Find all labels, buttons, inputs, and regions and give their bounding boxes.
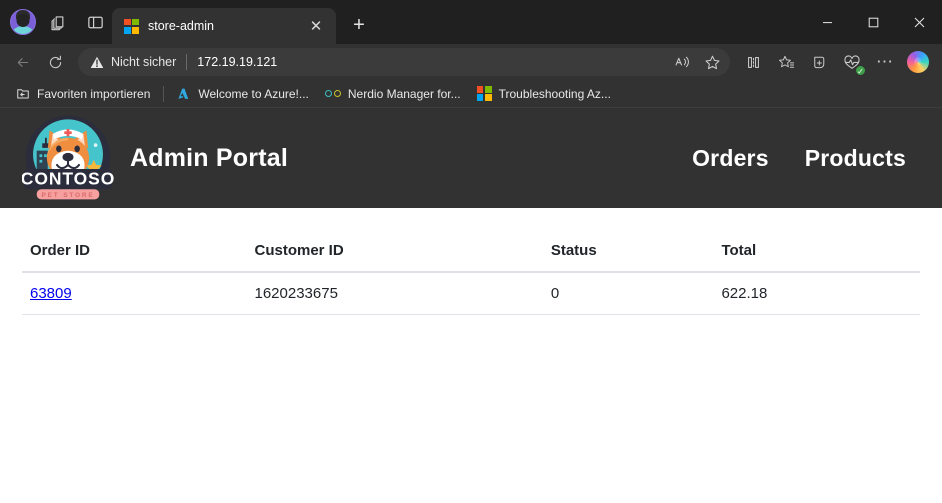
refresh-button[interactable] [39, 47, 71, 77]
title-bar: store-admin ✕ + [0, 0, 942, 44]
browser-essentials-button[interactable]: ✓ [836, 47, 868, 77]
orders-table: Order ID Customer ID Status Total 63809 … [22, 236, 920, 315]
collections-add-icon [813, 56, 824, 68]
contoso-logo-icon: CONTOSO PET STORE [21, 115, 114, 201]
column-header-customer-id: Customer ID [246, 236, 543, 273]
close-icon[interactable]: ✕ [304, 14, 328, 38]
microsoft-logo-icon [476, 86, 492, 101]
favorites-button[interactable] [770, 47, 802, 77]
bookmark-item-nerdio[interactable]: Nerdio Manager for... [317, 83, 469, 105]
maximize-icon [868, 17, 878, 27]
cell-customer-id: 1620233675 [246, 272, 543, 315]
page-viewport: CONTOSO PET STORE Admin Portal Orders Pr… [0, 108, 942, 503]
window-controls [804, 0, 942, 44]
bookmark-item-troubleshooting[interactable]: Troubleshooting Az... [469, 83, 619, 105]
split-screen-button[interactable] [737, 47, 769, 77]
maximize-button[interactable] [850, 0, 896, 44]
column-header-status: Status [542, 236, 714, 273]
microsoft-logo-icon [124, 18, 139, 34]
site-nav: Orders Products [692, 145, 920, 172]
browser-toolbar: Nicht sicher 172.19.19.121 ✓ ⋯ [0, 44, 942, 80]
bookmark-import-label: Favoriten importieren [37, 86, 151, 101]
tab-actions-button[interactable] [42, 5, 76, 39]
star-icon [705, 55, 719, 69]
tab-pane-toggle-button[interactable] [78, 5, 112, 39]
url-text: 172.19.19.121 [197, 55, 277, 69]
copilot-button[interactable] [902, 47, 934, 77]
favorites-star-list-icon [778, 55, 794, 68]
bookmarks-bar: Favoriten importieren Welcome to Azure!.… [0, 80, 942, 108]
bookmark-label: Troubleshooting Az... [498, 86, 611, 101]
orders-table-head: Order ID Customer ID Status Total [22, 236, 920, 273]
site-header: CONTOSO PET STORE Admin Portal Orders Pr… [0, 108, 942, 208]
profile-button[interactable] [6, 5, 40, 39]
bookmark-label: Welcome to Azure!... [198, 86, 309, 101]
bookmark-import-favorites[interactable]: Favoriten importieren [8, 83, 158, 105]
orders-table-body: 63809 1620233675 0 622.18 [22, 272, 920, 315]
warning-triangle-icon [90, 56, 104, 69]
tab-title: store-admin [148, 19, 214, 33]
tab-strip: store-admin ✕ + [112, 0, 376, 44]
import-favorites-icon [16, 87, 30, 101]
nerdio-icon [324, 89, 341, 98]
new-tab-button[interactable]: + [342, 8, 376, 42]
bookmark-label: Nerdio Manager for... [347, 86, 461, 101]
security-indicator[interactable]: Nicht sicher [90, 55, 176, 69]
settings-and-more-button[interactable]: ⋯ [869, 47, 901, 77]
sidebar-panel-icon [87, 16, 103, 28]
avatar [10, 9, 36, 35]
tabstrip-left-controls [0, 0, 112, 44]
arrow-left-icon [17, 57, 28, 67]
bookmarks-divider [163, 85, 165, 102]
page-title: Admin Portal [130, 143, 288, 172]
browser-tab[interactable]: store-admin ✕ [112, 8, 336, 44]
close-window-button[interactable] [896, 0, 942, 44]
security-text: Nicht sicher [111, 55, 177, 69]
address-bar[interactable]: Nicht sicher 172.19.19.121 [78, 48, 730, 76]
read-aloud-button[interactable] [668, 50, 696, 74]
copy-stack-icon [51, 15, 63, 30]
status-badge: ✓ [855, 65, 866, 76]
read-aloud-icon [675, 56, 689, 68]
copilot-icon [907, 51, 929, 73]
order-id-link[interactable]: 63809 [30, 285, 72, 302]
omnibox-actions [668, 50, 726, 74]
page-content: Order ID Customer ID Status Total 63809 … [0, 208, 942, 315]
table-header-row: Order ID Customer ID Status Total [22, 236, 920, 273]
minimize-icon [822, 21, 832, 23]
cell-total: 622.18 [713, 272, 920, 315]
refresh-icon [49, 55, 61, 68]
toolbar-right-actions: ✓ ⋯ [737, 47, 936, 77]
svg-text:CONTOSO: CONTOSO [22, 169, 114, 189]
collections-button[interactable] [803, 47, 835, 77]
nav-link-products[interactable]: Products [805, 145, 906, 172]
contoso-pet-store-logo: CONTOSO PET STORE [21, 112, 114, 204]
omnibox-divider [186, 54, 188, 70]
cell-order-id: 63809 [22, 272, 247, 315]
column-header-order-id: Order ID [22, 236, 247, 273]
table-row: 63809 1620233675 0 622.18 [22, 272, 920, 315]
bookmark-item-azure[interactable]: Welcome to Azure!... [169, 83, 317, 105]
minimize-button[interactable] [804, 0, 850, 44]
browser-window: store-admin ✕ + Nicht sicher 172.19.19.1… [0, 0, 942, 503]
url-host: 172.19.19.121 [197, 55, 278, 69]
column-header-total: Total [713, 236, 920, 273]
split-screen-icon [747, 56, 759, 68]
nav-link-orders[interactable]: Orders [692, 145, 769, 172]
add-favorite-button[interactable] [698, 50, 726, 74]
close-icon [914, 17, 924, 27]
back-button[interactable] [6, 47, 38, 77]
azure-icon [177, 87, 191, 101]
svg-text:PET STORE: PET STORE [42, 192, 95, 199]
cell-status: 0 [542, 272, 714, 315]
